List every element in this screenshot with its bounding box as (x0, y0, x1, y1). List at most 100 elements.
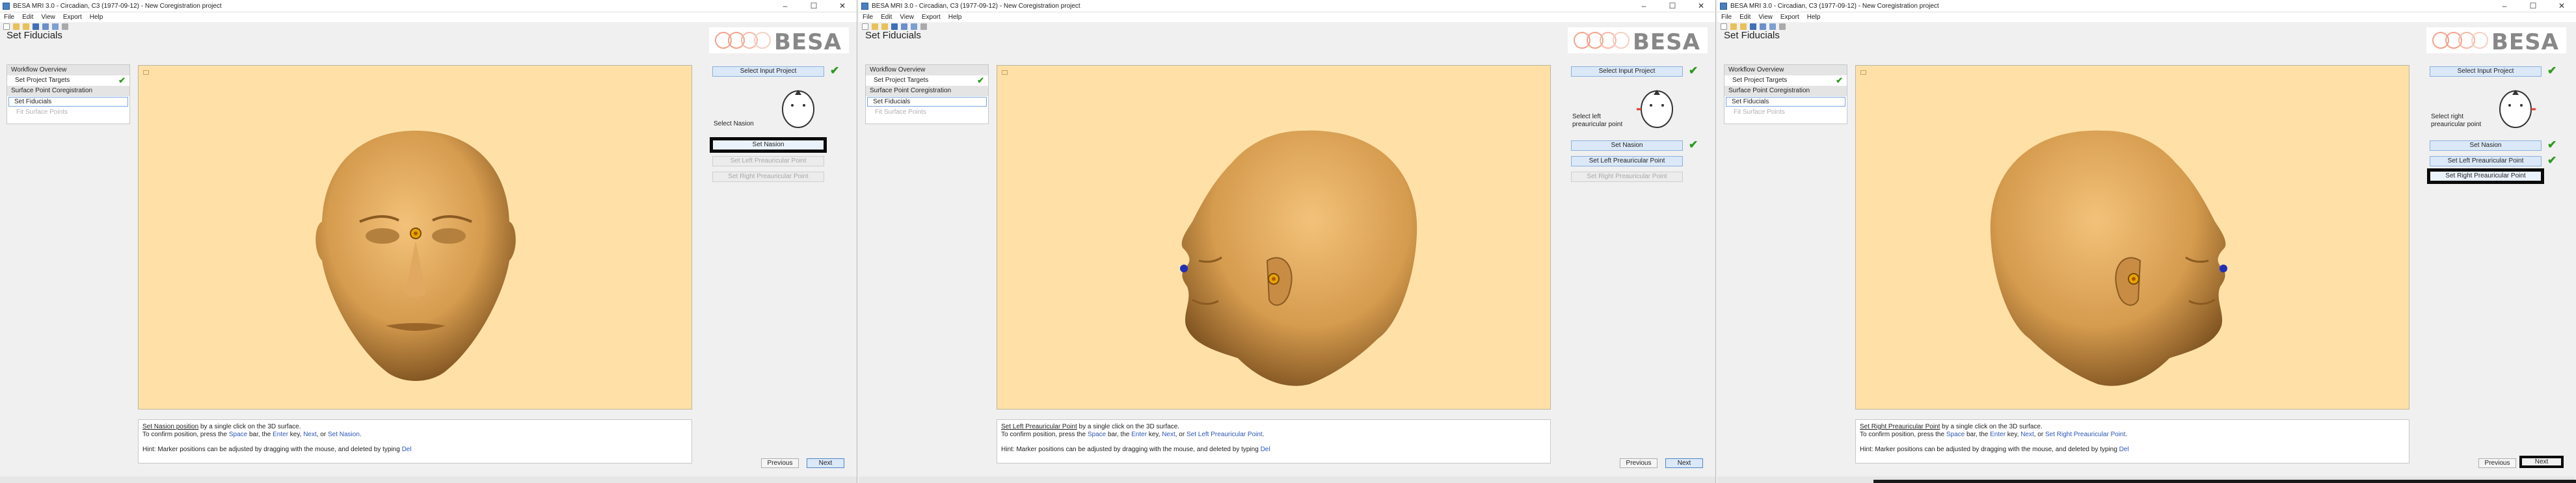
menu-help[interactable]: Help (948, 14, 962, 21)
3d-viewport[interactable] (138, 65, 692, 410)
select-input-project-button[interactable]: Select Input Project (2430, 66, 2542, 77)
besa-logo-text: BESA (774, 29, 842, 55)
close-button[interactable]: ✕ (1687, 0, 1715, 12)
app-icon (861, 2, 868, 10)
menu-edit[interactable]: Edit (881, 14, 892, 21)
workflow-section: Surface Point Coregistration (7, 86, 129, 96)
minimize-button[interactable]: – (771, 0, 799, 12)
page-title: Set Fiducials (865, 30, 921, 41)
set-right-preauricular-button[interactable]: Set Right Preauricular Point (2427, 168, 2544, 184)
instruction-end: . (1262, 431, 1265, 438)
title-bar: BESA MRI 3.0 - Circadian, C3 (1977-09-12… (0, 0, 857, 12)
workflow-item-label: Set Project Targets (15, 77, 70, 84)
instruction-confirm: To confirm position, press the (1860, 431, 1946, 438)
instruction-target: Set Left Preauricular Point (1001, 423, 1077, 430)
page-title: Set Fiducials (7, 30, 62, 41)
workflow-item-set-fiducials[interactable]: Set Fiducials (867, 97, 987, 107)
set-left-preauricular-button[interactable]: Set Left Preauricular Point (712, 156, 824, 166)
3d-viewport[interactable] (997, 65, 1551, 410)
besa-logo-mark (715, 32, 771, 49)
workflow-item-fit-surface-points: Fit Surface Points (1734, 109, 1785, 116)
select-input-project-button[interactable]: Select Input Project (712, 66, 824, 77)
set-right-preauricular-button[interactable]: Set Right Preauricular Point (712, 172, 824, 182)
page-title: Set Fiducials (1724, 30, 1780, 41)
instruction-line1: by a single click on the 3D surface. (1077, 423, 1180, 430)
check-icon: ✔ (1689, 138, 1698, 151)
previous-button[interactable]: Previous (1620, 458, 1657, 468)
close-button[interactable]: ✕ (2547, 0, 2576, 12)
menu-export[interactable]: Export (1780, 14, 1799, 21)
menu-edit[interactable]: Edit (22, 14, 33, 21)
menu-edit[interactable]: Edit (1739, 14, 1751, 21)
check-icon: ✔ (830, 64, 840, 77)
menu-file[interactable]: File (4, 14, 14, 21)
set-nasion-button[interactable]: Set Nasion (2430, 140, 2542, 151)
3d-viewport[interactable] (1855, 65, 2409, 410)
menu-export[interactable]: Export (922, 14, 941, 21)
next-button[interactable]: Next (1665, 458, 1703, 468)
instruction-panel: Set Left Preauricular Point by a single … (997, 419, 1551, 463)
menu-help[interactable]: Help (90, 14, 103, 21)
workflow-item-set-fiducials[interactable]: Set Fiducials (1726, 97, 1845, 107)
menu-help[interactable]: Help (1807, 14, 1821, 21)
window-right-preauricular: BESA MRI 3.0 - Circadian, C3 (1977-09-12… (1717, 0, 2576, 483)
menu-file[interactable]: File (863, 14, 873, 21)
previous-button[interactable]: Previous (761, 458, 799, 468)
key-action: Set Right Preauricular Point (2045, 431, 2126, 438)
minimize-button[interactable]: – (2490, 0, 2519, 12)
window-nasion: BESA MRI 3.0 - Circadian, C3 (1977-09-12… (0, 0, 857, 483)
close-button[interactable]: ✕ (828, 0, 857, 12)
instruction-panel: Set Nasion position by a single click on… (138, 419, 692, 463)
besa-logo: BESA (2426, 27, 2566, 55)
key-del: Del (2119, 446, 2129, 453)
next-button[interactable]: Next (2519, 456, 2564, 468)
maximize-button[interactable]: ☐ (799, 0, 828, 12)
menu-file[interactable]: File (1721, 14, 1732, 21)
window-title: BESA MRI 3.0 - Circadian, C3 (1977-09-12… (13, 2, 222, 10)
menu-view[interactable]: View (41, 14, 55, 21)
set-right-preauricular-button[interactable]: Set Right Preauricular Point (1571, 172, 1683, 182)
maximize-button[interactable]: ☐ (1658, 0, 1687, 12)
set-nasion-button[interactable]: Set Nasion (1571, 140, 1683, 151)
besa-logo: BESA (1568, 27, 1708, 55)
besa-logo-text: BESA (1633, 29, 1700, 55)
minimize-button[interactable]: – (1630, 0, 1658, 12)
workflow-item-project-targets[interactable]: Set Project Targets ✔ (7, 75, 129, 86)
workflow-item-set-fiducials[interactable]: Set Fiducials (8, 97, 128, 107)
head-top-view-icon (1637, 90, 1673, 128)
check-icon: ✔ (2547, 64, 2557, 77)
check-icon: ✔ (2547, 154, 2557, 166)
menu-view[interactable]: View (900, 14, 914, 21)
taskbar-scroll-thumb[interactable] (1873, 480, 2576, 483)
check-icon: ✔ (977, 75, 984, 85)
set-nasion-button[interactable]: Set Nasion (710, 137, 827, 153)
key-action: Set Left Preauricular Point (1186, 431, 1263, 438)
key-del: Del (401, 446, 412, 453)
set-left-preauricular-button[interactable]: Set Left Preauricular Point (1571, 156, 1683, 166)
check-icon: ✔ (118, 75, 126, 85)
menu-view[interactable]: View (1758, 14, 1773, 21)
next-button[interactable]: Next (807, 458, 844, 468)
app-icon (1720, 2, 1727, 10)
check-icon: ✔ (1836, 75, 1843, 85)
instruction-or: , or (2033, 431, 2045, 438)
instruction-panel: Set Right Preauricular Point by a single… (1855, 419, 2409, 463)
title-bar: BESA MRI 3.0 - Circadian, C3 (1977-09-12… (1717, 0, 2576, 12)
instruction-key: key, (288, 431, 304, 438)
instruction-hint: Hint: Marker positions can be adjusted b… (1860, 446, 2119, 453)
check-icon: ✔ (1689, 64, 1698, 77)
menu-export[interactable]: Export (63, 14, 82, 21)
maximize-button[interactable]: ☐ (2519, 0, 2547, 12)
instruction-bar: bar, the (1965, 431, 1991, 438)
window-title: BESA MRI 3.0 - Circadian, C3 (1977-09-12… (1730, 2, 1939, 10)
key-enter: Enter (273, 431, 289, 438)
key-next: Next (1162, 431, 1175, 438)
instruction-bar: bar, the (247, 431, 273, 438)
select-input-project-button[interactable]: Select Input Project (1571, 66, 1683, 77)
menu-bar: File Edit View Export Help (0, 12, 857, 22)
workflow-item-project-targets[interactable]: Set Project Targets ✔ (866, 75, 988, 86)
workflow-item-project-targets[interactable]: Set Project Targets ✔ (1724, 75, 1847, 86)
set-left-preauricular-button[interactable]: Set Left Preauricular Point (2430, 156, 2542, 166)
title-bar: BESA MRI 3.0 - Circadian, C3 (1977-09-12… (859, 0, 1715, 12)
previous-button[interactable]: Previous (2478, 458, 2516, 468)
